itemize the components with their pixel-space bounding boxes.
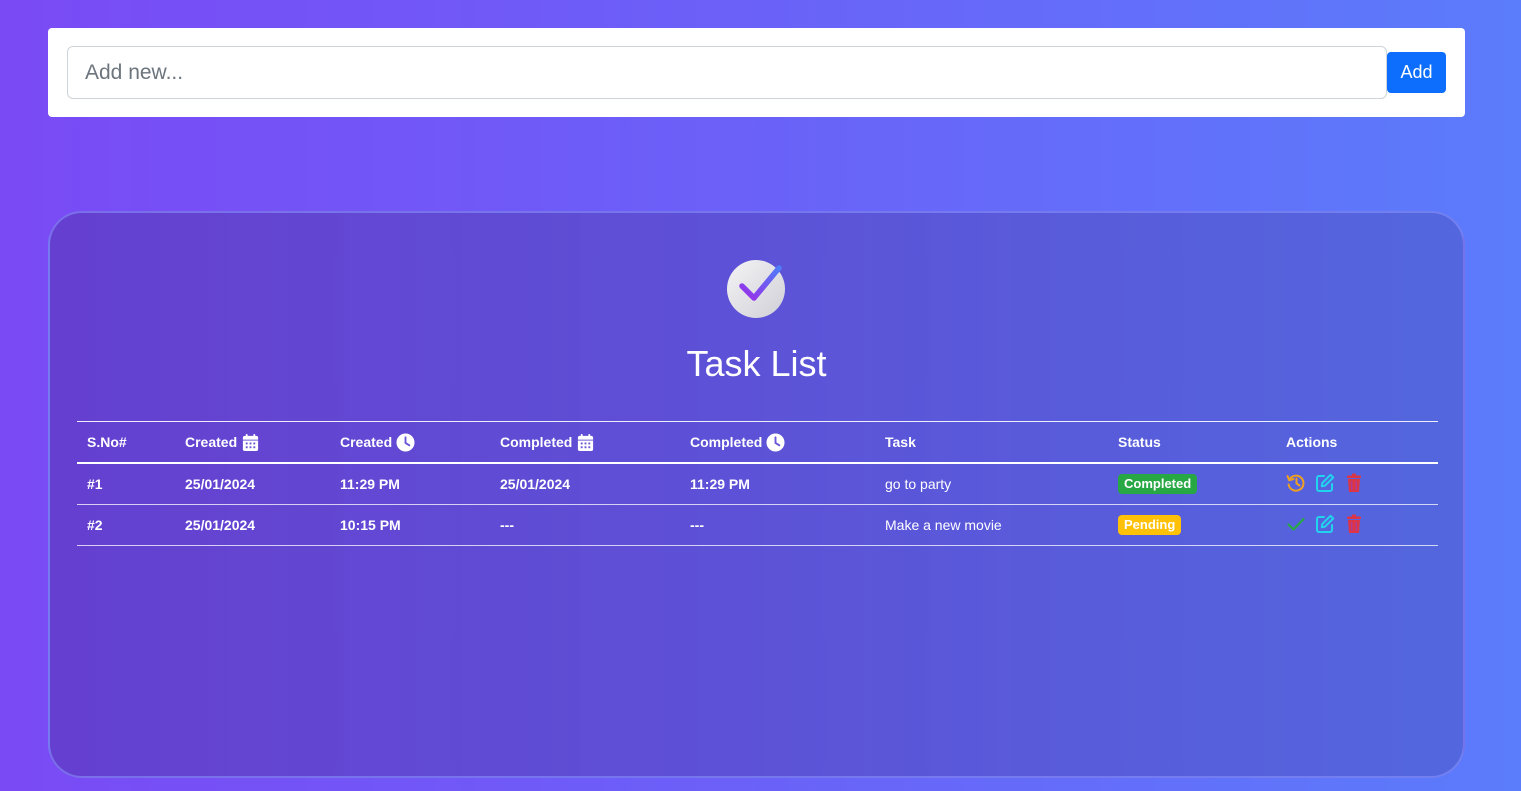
table-header-row: S.No# Created Created Completed Complete…	[77, 421, 1438, 464]
add-task-button[interactable]: Add	[1387, 52, 1446, 93]
row-status: Pending	[1108, 505, 1276, 546]
status-badge: Completed	[1118, 474, 1198, 494]
header-created-time-label: Created	[340, 434, 393, 450]
row-sno: #1	[87, 476, 103, 492]
table-row: #1 25/01/2024 11:29 PM 25/01/2024 11:29 …	[77, 463, 1438, 505]
trash-icon[interactable]	[1344, 473, 1364, 493]
task-list-panel: Task List S.No# Created Created Complete…	[48, 211, 1465, 778]
row-sno: #2	[87, 517, 103, 533]
header-sno: S.No#	[87, 434, 127, 450]
clock-icon	[396, 432, 415, 452]
page-title: Task List	[686, 343, 827, 384]
calendar-icon	[578, 433, 594, 451]
check-circle-icon	[727, 260, 785, 318]
task-table: S.No# Created Created Completed Complete…	[77, 421, 1438, 546]
status-badge: Pending	[1118, 515, 1182, 535]
row-task: Make a new movie	[885, 517, 1002, 533]
header-task: Task	[885, 434, 916, 450]
trash-icon[interactable]	[1344, 514, 1364, 534]
row-completed-time: 11:29 PM	[690, 476, 750, 492]
check-icon[interactable]	[1286, 514, 1306, 534]
row-completed-time: ---	[690, 517, 704, 533]
header-actions: Actions	[1286, 434, 1338, 450]
history-icon[interactable]	[1286, 473, 1306, 493]
row-created-date: 25/01/2024	[185, 517, 256, 533]
row-created-date: 25/01/2024	[185, 476, 256, 492]
row-task: go to party	[885, 476, 952, 492]
header-completed-time-label: Completed	[690, 434, 763, 450]
edit-icon[interactable]	[1315, 473, 1335, 493]
row-status: Completed	[1108, 463, 1276, 505]
add-task-bar: Add	[48, 28, 1465, 117]
header-completed-time: Completed	[680, 422, 875, 464]
header-completed-date: Completed	[490, 422, 680, 464]
row-created-time: 10:15 PM	[340, 517, 401, 533]
row-actions	[1276, 505, 1438, 546]
calendar-icon	[243, 433, 259, 451]
row-created-time: 11:29 PM	[340, 476, 400, 492]
table-row: #2 25/01/2024 10:15 PM --- --- Make a ne…	[77, 505, 1438, 546]
header-status: Status	[1118, 434, 1161, 450]
header-created-date: Created	[175, 422, 330, 464]
clock-icon	[766, 432, 785, 452]
header-created-date-label: Created	[185, 434, 238, 450]
add-task-input[interactable]	[67, 46, 1387, 99]
edit-icon[interactable]	[1315, 514, 1335, 534]
header-completed-date-label: Completed	[500, 434, 573, 450]
row-completed-date: ---	[500, 517, 514, 533]
row-actions	[1276, 463, 1438, 505]
row-completed-date: 25/01/2024	[500, 476, 571, 492]
header-created-time: Created	[330, 422, 490, 464]
